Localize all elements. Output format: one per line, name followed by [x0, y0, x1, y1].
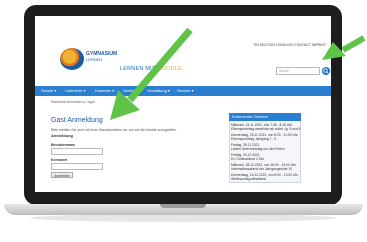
arrow-to-utility-links [322, 35, 366, 60]
annotation-arrows [110, 27, 366, 120]
arrow-to-login-title [110, 27, 193, 120]
